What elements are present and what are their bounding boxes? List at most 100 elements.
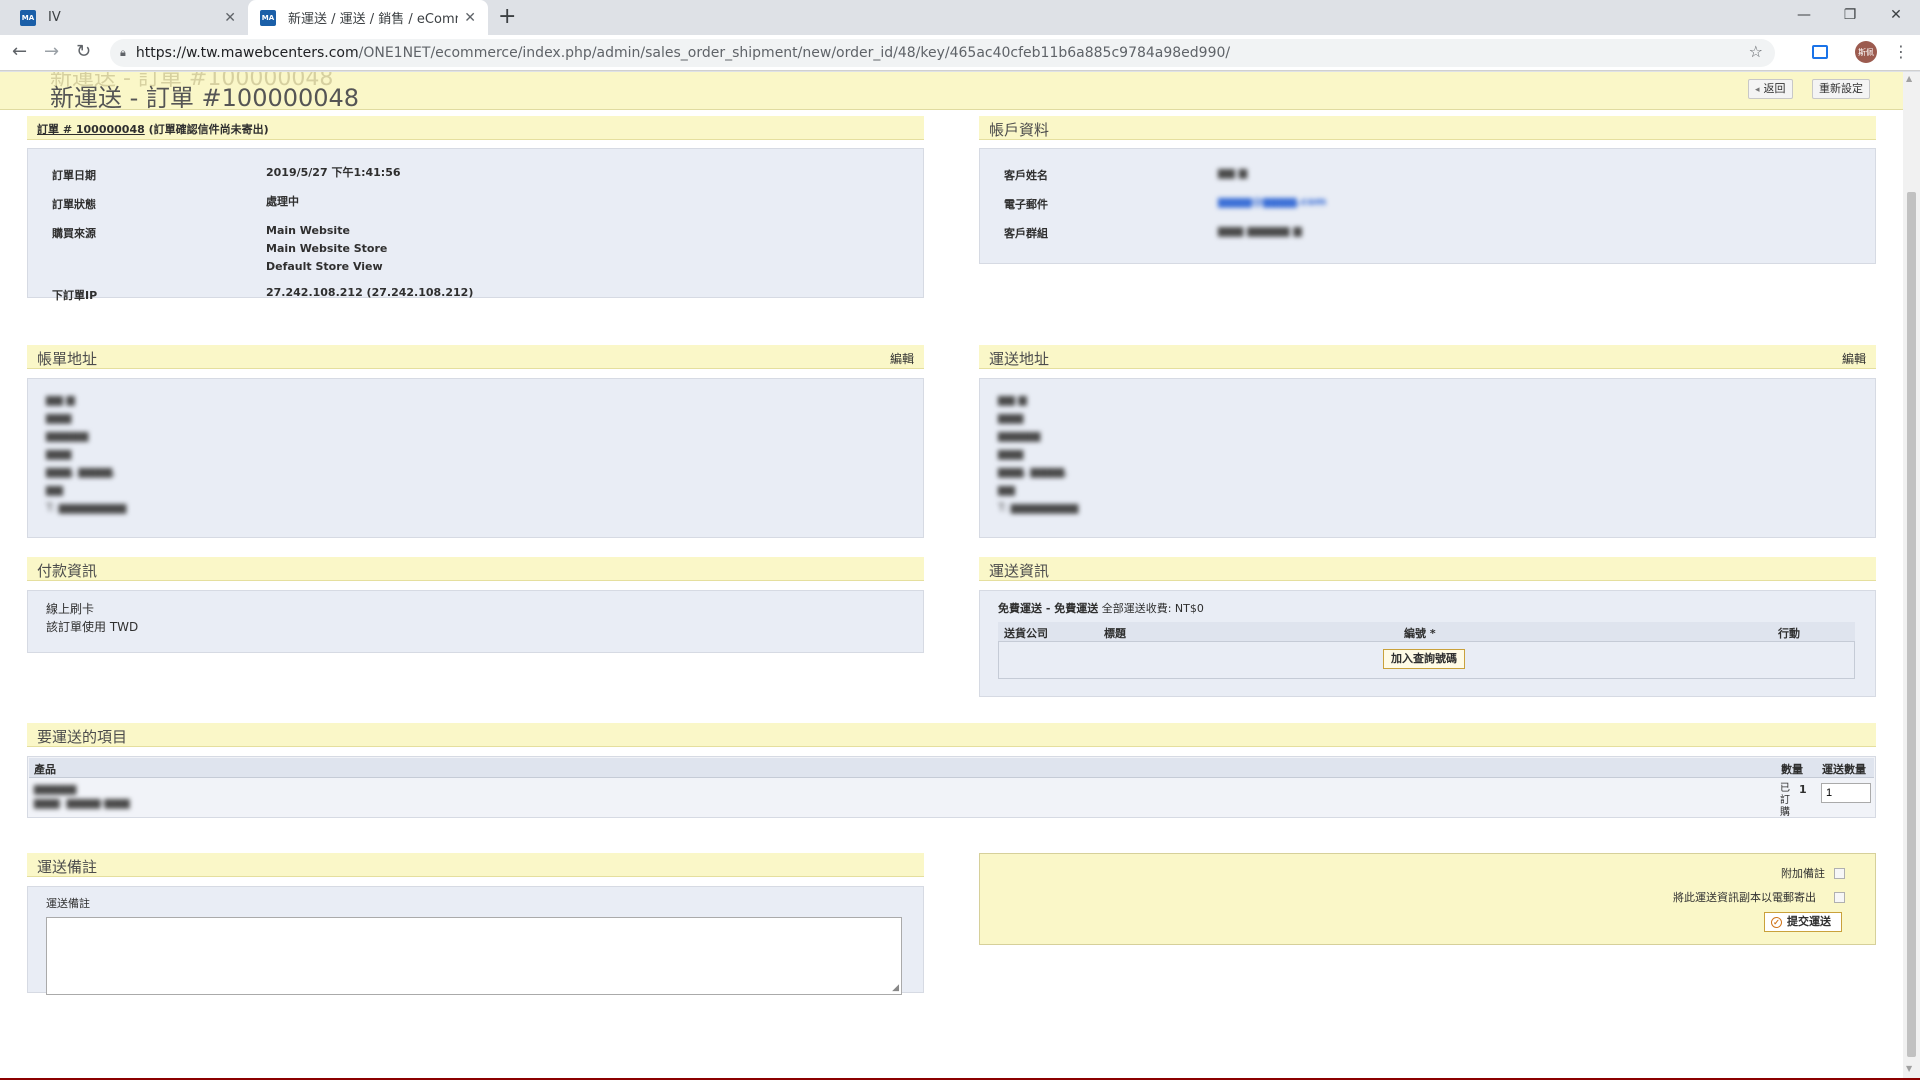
arrow-right-icon[interactable]: → <box>44 41 59 63</box>
lock-icon: 🔒︎ <box>120 46 126 59</box>
payment-info-header: 付款資訊 <box>27 557 924 581</box>
order-link-line: 訂單 # 100000048 (訂單確認信件尚未寄出) <box>37 121 269 137</box>
items-grid: 產品 數量 運送數量 ▆▆▆▆▆ ▆▆▆: ▆▆▆▆-▆▆▆ 已訂購 1 <box>27 756 1876 818</box>
payment-info-box: 線上刷卡 該訂單使用 TWD <box>27 590 924 653</box>
browser-tab-iv[interactable]: MA IV ✕ <box>8 0 248 35</box>
site-favicon-icon: MA <box>260 9 276 26</box>
shipment-notes-box: 運送備註 ◢ <box>27 886 924 995</box>
scrollbar-thumb[interactable] <box>1907 192 1916 1057</box>
append-comments-label: 附加備註 <box>1781 867 1825 880</box>
shipping-info-header: 運送資訊 <box>979 557 1876 581</box>
billing-edit-link[interactable]: 編輯 <box>890 350 914 367</box>
resize-grip-icon[interactable]: ◢ <box>892 983 899 993</box>
shipment-notes-label: 運送備註 <box>46 897 90 910</box>
order-status-label: 訂單狀態 <box>52 198 96 211</box>
customer-email-link[interactable]: ▆▆▆▆@▆▆▆▆.com <box>1218 193 1326 211</box>
customer-group-value: ▆▆▆ ▆▆▆▆▆ ▆ <box>1218 224 1302 237</box>
product-column-header: 產品 <box>34 763 56 776</box>
order-ip-label: 下訂單IP <box>52 289 98 302</box>
reset-button[interactable]: 重新設定 <box>1812 79 1870 99</box>
order-info-box: 訂單日期 2019/5/27 下午1:41:56 訂單狀態 處理中 購買來源 M… <box>27 148 924 302</box>
site-favicon-icon: MA <box>20 9 36 26</box>
billing-address-header: 帳單地址 編輯 <box>27 345 924 369</box>
order-date-label: 訂單日期 <box>52 169 96 182</box>
url-text: https://w.tw.mawebcenters.com/ONE1NET/ec… <box>135 45 1231 61</box>
order-ip-value: 27.242.108.212 (27.242.108.212) <box>266 286 474 299</box>
browser-tab-shipment[interactable]: MA 新運送 / 運送 / 銷售 / eCommer ✕ <box>248 0 488 35</box>
shipping-address-title: 運送地址 <box>989 350 1050 368</box>
account-section-header: 帳戶資料 <box>979 116 1876 140</box>
shipping-method-line: 免費運送 - 免費運送 全部運送收費: NT$0 <box>998 602 1204 615</box>
order-date-value: 2019/5/27 下午1:41:56 <box>266 166 401 179</box>
order-status-value: 處理中 <box>266 195 299 208</box>
order-email-note: (訂單確認信件尚未寄出) <box>148 123 269 136</box>
new-tab-icon[interactable]: + <box>498 6 516 28</box>
qty-column-header: 數量 <box>1781 763 1803 776</box>
extension-icon[interactable] <box>1812 45 1828 59</box>
billing-address-lines: ▆▆ ▆ ▆▆▆ ▆▆▆▆▆ ▆▆▆ ▆▆▆, ▆▆▆▆, ▆▆ T: ▆▆▆▆… <box>46 393 127 514</box>
items-section-title: 要運送的項目 <box>37 728 128 746</box>
billing-address-title: 帳單地址 <box>37 350 98 368</box>
tab-title: IV <box>48 10 61 25</box>
submit-shipment-button[interactable]: ✓ 提交運送 <box>1764 912 1842 932</box>
submit-shipment-box: 附加備註 將此運送資訊副本以電郵寄出 ✓ 提交運送 <box>979 853 1876 945</box>
email-label: 電子郵件 <box>1004 198 1048 211</box>
billing-address-box: ▆▆ ▆ ▆▆▆ ▆▆▆▆▆ ▆▆▆ ▆▆▆, ▆▆▆▆, ▆▆ T: ▆▆▆▆… <box>27 378 924 538</box>
window-close-icon[interactable]: ✕ <box>1873 0 1919 30</box>
shipping-info-box: 免費運送 - 免費運送 全部運送收費: NT$0 送貨公司 標題 編號 * 行動… <box>979 590 1876 697</box>
ship-qty-input[interactable] <box>1821 783 1871 803</box>
shipping-edit-link[interactable]: 編輯 <box>1842 350 1866 367</box>
payment-method: 線上刷卡 <box>46 602 95 616</box>
purchased-from-value: Main Website Main Website Store Default … <box>266 224 388 273</box>
page-viewport: 新運送 - 訂單 #100000048 新運送 - 訂單 #100000048 … <box>0 72 1903 1078</box>
product-name: ▆▆▆▆▆ <box>34 782 77 795</box>
shipping-info-title: 運送資訊 <box>989 562 1050 580</box>
page-title: 新運送 - 訂單 #100000048 <box>50 84 360 112</box>
account-info-box: 客戶姓名 ▆▆ ▆ 電子郵件 ▆▆▆▆@▆▆▆▆.com 客戶群組 ▆▆▆ ▆▆… <box>979 148 1876 264</box>
close-icon[interactable]: ✕ <box>224 10 236 26</box>
check-icon: ✓ <box>1771 917 1782 928</box>
shipment-notes-header: 運送備註 <box>27 853 924 877</box>
email-copy-checkbox[interactable] <box>1834 892 1845 903</box>
avatar[interactable]: 斯佩 <box>1855 41 1877 63</box>
address-bar[interactable]: 🔒︎ https://w.tw.mawebcenters.com/ONE1NET… <box>110 39 1775 67</box>
back-icon: ◂ <box>1755 84 1760 94</box>
ordered-qty: 1 <box>1799 783 1807 796</box>
shipment-notes-textarea[interactable]: ◢ <box>46 917 902 995</box>
scroll-up-icon[interactable]: ▲ <box>1906 74 1912 83</box>
shipping-address-header: 運送地址 編輯 <box>979 345 1876 369</box>
arrow-left-icon[interactable]: ← <box>12 41 27 63</box>
shipping-address-box: ▆▆ ▆ ▆▆▆ ▆▆▆▆▆ ▆▆▆ ▆▆▆, ▆▆▆▆, ▆▆ T: ▆▆▆▆… <box>979 378 1876 538</box>
append-comments-checkbox[interactable] <box>1834 868 1845 879</box>
tracking-grid-body: 加入查詢號碼 <box>998 642 1855 679</box>
email-copy-label: 將此運送資訊副本以電郵寄出 <box>1673 891 1816 904</box>
tab-title: 新運送 / 運送 / 銷售 / eCommer <box>288 12 458 27</box>
menu-dots-icon[interactable]: ⋮ <box>1893 42 1909 61</box>
order-section-header: 訂單 # 100000048 (訂單確認信件尚未寄出) <box>27 116 924 140</box>
minimize-icon[interactable]: — <box>1781 0 1827 30</box>
browser-tabstrip: MA IV ✕ MA 新運送 / 運送 / 銷售 / eCommer ✕ + —… <box>0 0 1920 35</box>
back-button[interactable]: ◂ 返回 <box>1748 79 1793 99</box>
ordered-label: 已訂購 <box>1780 783 1790 818</box>
customer-name-label: 客戶姓名 <box>1004 169 1048 182</box>
shipment-notes-title: 運送備註 <box>37 858 98 876</box>
close-icon[interactable]: ✕ <box>464 10 476 26</box>
maximize-icon[interactable]: ❐ <box>1827 0 1873 30</box>
items-section-header: 要運送的項目 <box>27 723 1876 747</box>
title-column-header: 標題 <box>1104 627 1126 640</box>
account-section-title: 帳戶資料 <box>989 121 1050 139</box>
items-grid-header: 產品 數量 運送數量 <box>29 758 1874 778</box>
add-tracking-number-button[interactable]: 加入查詢號碼 <box>1383 649 1465 669</box>
product-sku: ▆▆▆: ▆▆▆▆-▆▆▆ <box>34 796 130 809</box>
payment-currency-note: 該訂單使用 TWD <box>46 620 139 634</box>
shipping-address-lines: ▆▆ ▆ ▆▆▆ ▆▆▆▆▆ ▆▆▆ ▆▆▆, ▆▆▆▆, ▆▆ T: ▆▆▆▆… <box>998 393 1079 514</box>
action-column-header: 行動 <box>1778 627 1800 640</box>
customer-name-value: ▆▆ ▆ <box>1218 166 1248 179</box>
page-scrollbar[interactable]: ▲ ▼ <box>1903 72 1920 1078</box>
scroll-down-icon[interactable]: ▼ <box>1906 1064 1912 1073</box>
purchased-from-label: 購買來源 <box>52 227 96 240</box>
order-link[interactable]: 訂單 # 100000048 <box>37 123 145 136</box>
star-icon[interactable]: ☆ <box>1749 42 1763 61</box>
tracking-grid-header: 送貨公司 標題 編號 * 行動 <box>998 622 1855 642</box>
reload-icon[interactable]: ↻ <box>76 41 91 63</box>
